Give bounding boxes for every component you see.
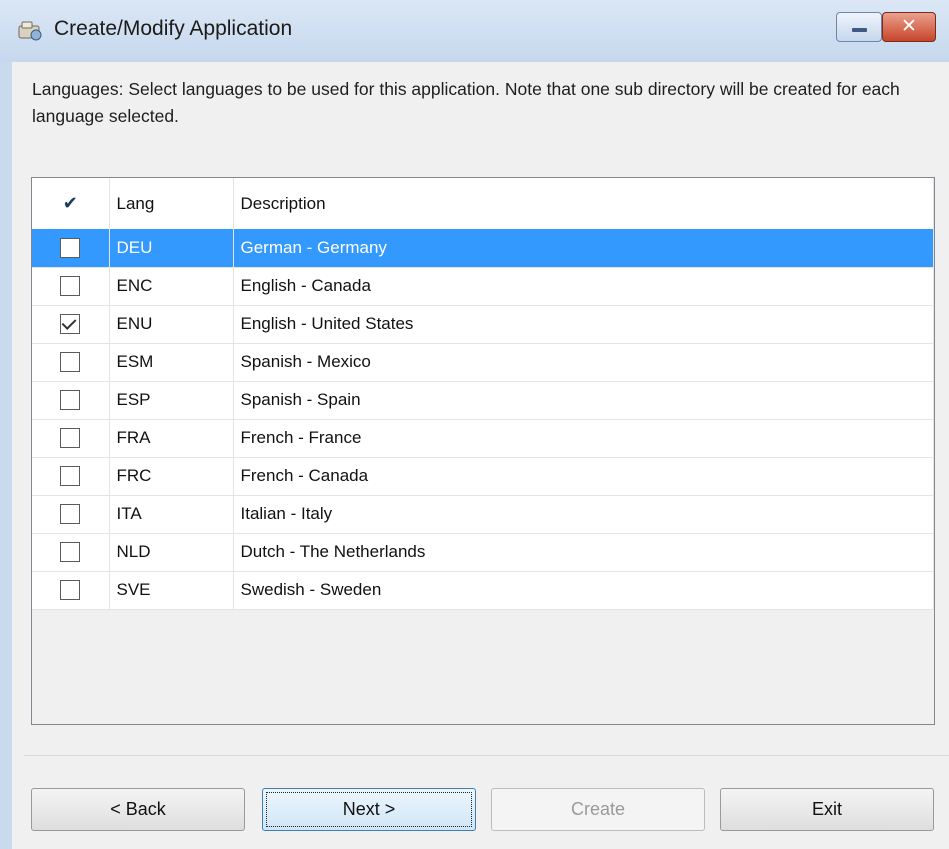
row-check-cell [32,267,110,306]
row-description: Italian - Italy [233,495,934,534]
table-row[interactable]: ESP Spanish - Spain [32,381,934,420]
row-checkbox[interactable] [60,428,81,449]
row-description: French - France [233,419,934,458]
row-checkbox[interactable] [60,276,81,297]
row-description: Spanish - Spain [233,381,934,420]
row-lang: FRA [109,419,234,458]
dialog-window: Create/Modify Application ✕ Languages: S… [0,0,949,849]
row-checkbox[interactable] [60,238,81,258]
row-checkbox[interactable] [60,504,81,525]
row-checkbox[interactable] [60,580,81,601]
row-lang: ITA [109,495,234,534]
row-description: English - United States [233,305,934,344]
column-header-lang[interactable]: Lang [109,178,234,229]
row-description: German - Germany [233,229,934,268]
row-lang: DEU [109,229,234,268]
close-button[interactable]: ✕ [882,12,936,42]
row-description: English - Canada [233,267,934,306]
row-checkbox[interactable] [60,390,81,411]
row-description: French - Canada [233,457,934,496]
table-body: DEU German - Germany ENC English - Canada EN… [32,229,934,610]
close-icon: ✕ [901,15,917,37]
row-lang: ESM [109,343,234,382]
next-button-label: Next > [342,799,396,819]
row-checkbox[interactable] [60,466,81,487]
column-header-description[interactable]: Description [233,178,934,229]
row-lang: NLD [109,533,234,572]
row-lang: SVE [109,571,234,610]
title-bar[interactable]: Create/Modify Application ✕ [0,0,949,62]
row-checkbox[interactable] [60,314,81,335]
table-row[interactable]: ESM Spanish - Mexico [32,343,934,382]
table-row[interactable]: ENC English - Canada [32,267,934,306]
checkmark-icon: ✔ [62,193,78,213]
footer-divider [24,755,949,756]
row-checkbox[interactable] [60,542,81,563]
row-description: Spanish - Mexico [233,343,934,382]
back-button[interactable]: < Back [31,788,245,831]
minimize-button[interactable] [836,12,882,42]
window-title: Create/Modify Application [54,17,293,40]
row-check-cell [32,419,110,458]
row-check-cell [32,343,110,382]
exit-button[interactable]: Exit [720,788,934,831]
dialog-body: Languages: Select languages to be used f… [12,62,949,849]
instructions-text: Languages: Select languages to be used f… [32,79,900,126]
row-check-cell [32,381,110,420]
row-check-cell [32,571,110,610]
row-check-cell [32,457,110,496]
row-check-cell [32,305,110,344]
create-button[interactable]: Create [491,788,705,831]
table-row[interactable]: FRA French - France [32,419,934,458]
row-description: Dutch - The Netherlands [233,533,934,572]
table-header: ✔ Lang Description [32,178,934,229]
next-button[interactable]: Next > [262,788,476,831]
table-row[interactable]: DEU German - Germany [32,229,934,268]
table-row[interactable]: NLD Dutch - The Netherlands [32,533,934,572]
language-table: ✔ Lang Description DEU German - Germany EN… [32,178,934,610]
column-header-check[interactable]: ✔ [32,178,110,229]
row-description: Swedish - Sweden [233,571,934,610]
row-lang: ENU [109,305,234,344]
table-row[interactable]: ITA Italian - Italy [32,495,934,534]
table-row[interactable]: ENU English - United States [32,305,934,344]
language-list[interactable]: ✔ Lang Description DEU German - Germany EN… [31,177,935,725]
row-check-cell [32,533,110,572]
row-lang: ENC [109,267,234,306]
row-check-cell [32,229,110,268]
row-checkbox[interactable] [60,352,81,373]
row-check-cell [32,495,110,534]
table-row[interactable]: SVE Swedish - Sweden [32,571,934,610]
row-lang: ESP [109,381,234,420]
row-lang: FRC [109,457,234,496]
application-icon [18,21,42,41]
table-row[interactable]: FRC French - Canada [32,457,934,496]
